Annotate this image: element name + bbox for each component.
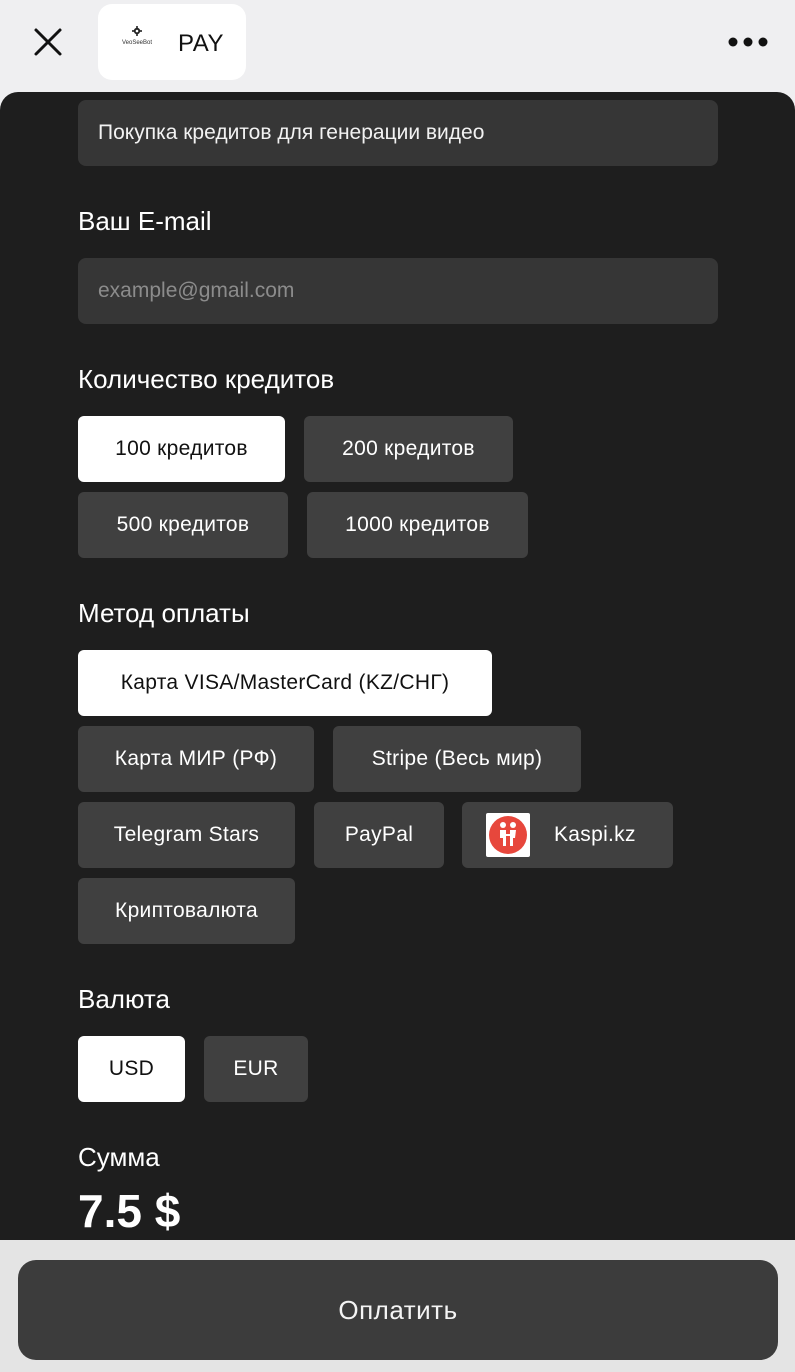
kaspi-label: Kaspi.kz bbox=[554, 823, 636, 846]
close-icon bbox=[34, 28, 62, 56]
payment-option-mir[interactable]: Карта МИР (РФ) bbox=[78, 726, 314, 792]
logo-text: VeoSeeBot bbox=[121, 40, 153, 46]
credits-option-1000[interactable]: 1000 кредитов bbox=[307, 492, 528, 558]
sum-label: Сумма bbox=[78, 1142, 160, 1172]
payment-method-label: Метод оплаты bbox=[78, 598, 250, 628]
currency-option-usd[interactable]: USD bbox=[78, 1036, 185, 1102]
app-chip[interactable]: VeoSeeBot PAY bbox=[98, 4, 246, 80]
credits-option-500[interactable]: 500 кредитов bbox=[78, 492, 288, 558]
footer: Оплатить bbox=[0, 1240, 795, 1372]
payment-option-telegram-stars[interactable]: Telegram Stars bbox=[78, 802, 295, 868]
credits-label: Количество кредитов bbox=[78, 364, 335, 394]
currency-option-eur[interactable]: EUR bbox=[204, 1036, 308, 1102]
payment-option-kaspi[interactable]: Kaspi.kz bbox=[462, 802, 673, 868]
pay-button[interactable]: Оплатить bbox=[18, 1260, 778, 1360]
sum-value: 7.5 $ bbox=[78, 1185, 181, 1237]
kaspi-logo-icon bbox=[486, 813, 530, 857]
description-field: Покупка кредитов для генерации видео bbox=[78, 100, 718, 166]
gear-icon bbox=[132, 26, 142, 36]
app-logo: VeoSeeBot bbox=[116, 26, 158, 58]
payment-option-stripe[interactable]: Stripe (Весь мир) bbox=[333, 726, 581, 792]
close-button[interactable] bbox=[28, 22, 68, 62]
payment-option-paypal[interactable]: PayPal bbox=[314, 802, 444, 868]
payment-panel: Покупка кредитов для генерации видео Ваш… bbox=[0, 92, 795, 1240]
payment-option-crypto[interactable]: Криптовалюта bbox=[78, 878, 295, 944]
currency-label: Валюта bbox=[78, 984, 170, 1014]
credits-option-200[interactable]: 200 кредитов bbox=[304, 416, 513, 482]
credits-option-100[interactable]: 100 кредитов bbox=[78, 416, 285, 482]
more-button[interactable] bbox=[726, 30, 770, 54]
email-label: Ваш E-mail bbox=[78, 206, 212, 236]
more-icon bbox=[728, 37, 768, 47]
app-title: PAY bbox=[178, 30, 224, 57]
top-bar: VeoSeeBot PAY bbox=[0, 0, 795, 92]
payment-option-visa[interactable]: Карта VISA/MasterCard (KZ/СНГ) bbox=[78, 650, 492, 716]
email-input[interactable] bbox=[78, 258, 718, 324]
